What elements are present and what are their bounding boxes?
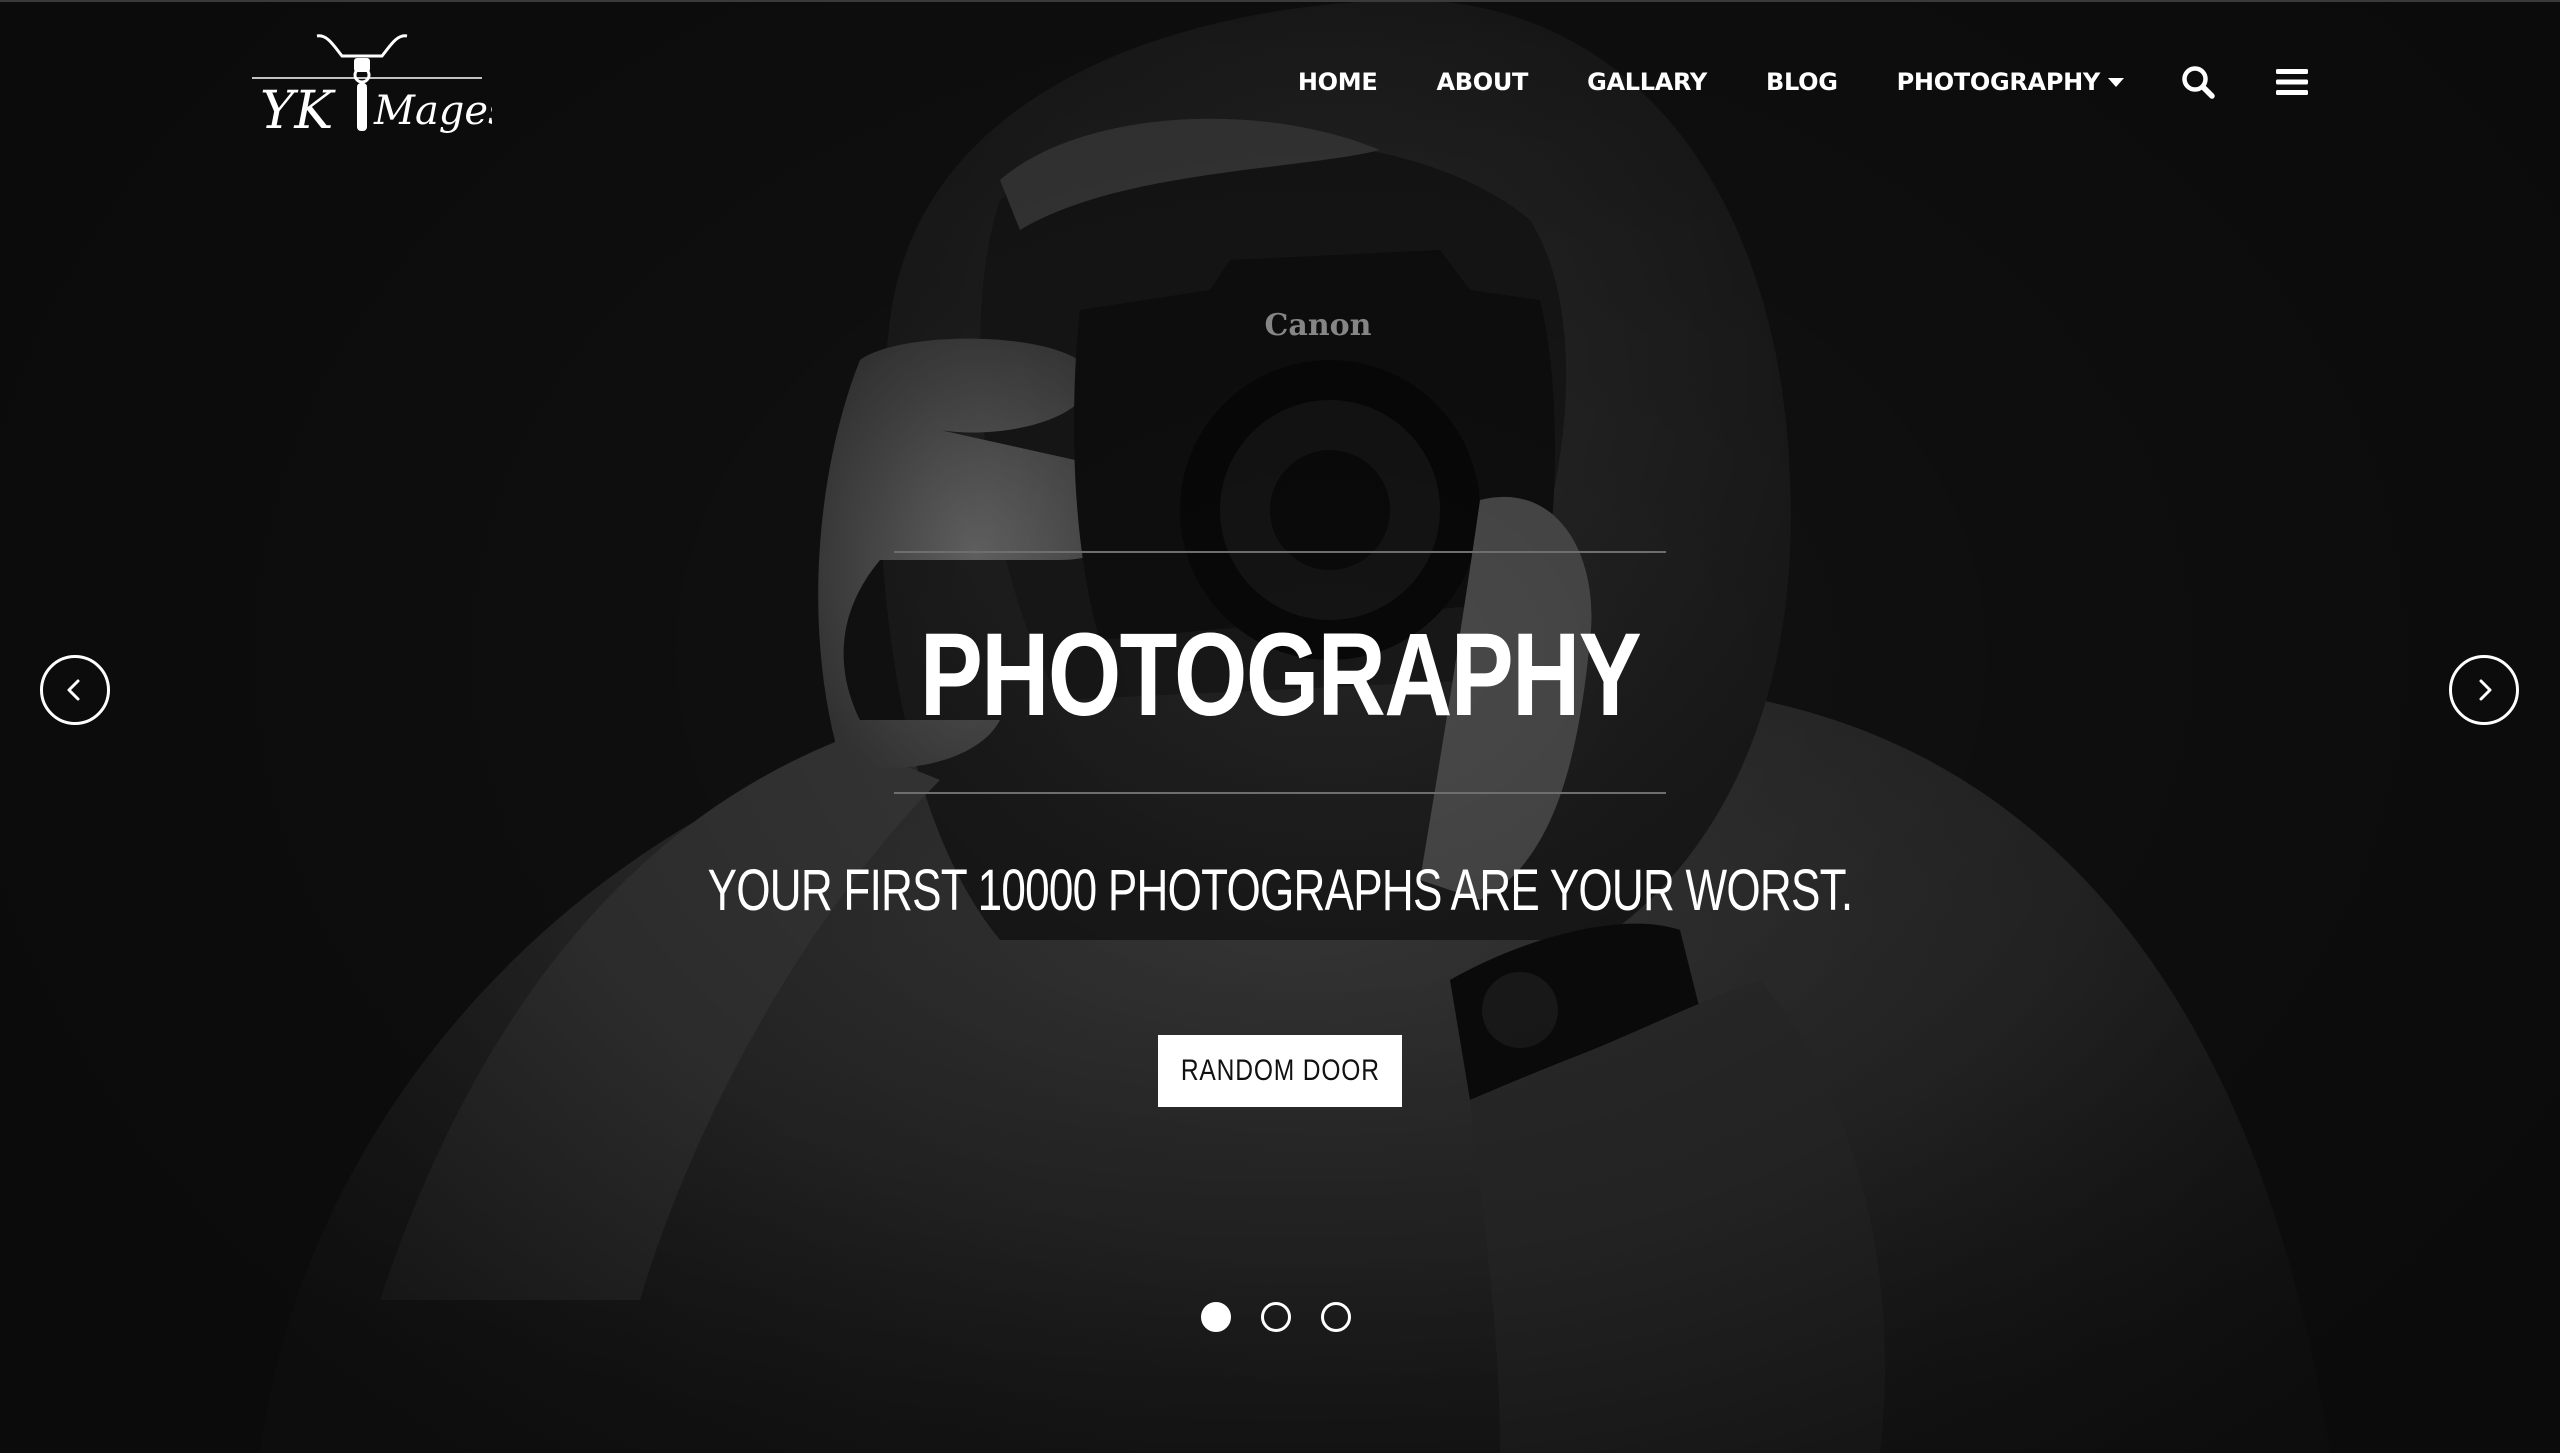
slide-subtitle: YOUR FIRST 10000 PHOTOGRAPHS ARE YOUR WO… xyxy=(707,858,1854,923)
motorcycle-icon: YK Mages xyxy=(252,34,509,141)
chevron-right-icon xyxy=(2479,679,2492,701)
nav-photography[interactable]: PHOTOGRAPHY xyxy=(1897,68,2124,96)
nav-home[interactable]: HOME xyxy=(1298,68,1378,96)
menu-button[interactable] xyxy=(2276,67,2308,97)
main-nav: HOME ABOUT GALLARY BLOG PHOTOGRAPHY xyxy=(1298,62,2308,102)
hero-slider: Canon YK Mages HOME ABOUT GALLARY BLOG P… xyxy=(0,0,2560,1453)
logo-text-yk: YK xyxy=(260,81,336,141)
nav-photography-label: PHOTOGRAPHY xyxy=(1896,68,2101,96)
nav-about[interactable]: ABOUT xyxy=(1436,68,1528,96)
hamburger-menu-icon xyxy=(2276,69,2308,95)
site-logo[interactable]: YK Mages xyxy=(242,28,509,148)
caret-down-icon xyxy=(2108,77,2124,87)
title-divider-top xyxy=(894,551,1666,553)
search-icon xyxy=(2182,66,2215,99)
logo-text-mages: Mages xyxy=(373,88,492,134)
slide-dot-2[interactable] xyxy=(1261,1302,1291,1332)
top-border xyxy=(0,0,2560,2)
slide-dot-1[interactable] xyxy=(1201,1302,1231,1332)
next-slide-button[interactable] xyxy=(2449,655,2519,725)
slide-pagination xyxy=(1201,1302,1351,1332)
prev-slide-button[interactable] xyxy=(40,655,110,725)
search-button[interactable] xyxy=(2180,64,2216,100)
nav-gallary[interactable]: GALLARY xyxy=(1587,68,1707,96)
random-door-button[interactable]: RANDOM DOOR xyxy=(1158,1035,1402,1107)
chevron-left-icon xyxy=(67,679,80,701)
nav-blog[interactable]: BLOG xyxy=(1766,68,1838,96)
slide-title: PHOTOGRAPHY xyxy=(919,609,1642,741)
random-door-button-label: RANDOM DOOR xyxy=(1180,1054,1380,1087)
slide-dot-3[interactable] xyxy=(1321,1302,1351,1332)
title-divider-bottom xyxy=(894,792,1666,794)
